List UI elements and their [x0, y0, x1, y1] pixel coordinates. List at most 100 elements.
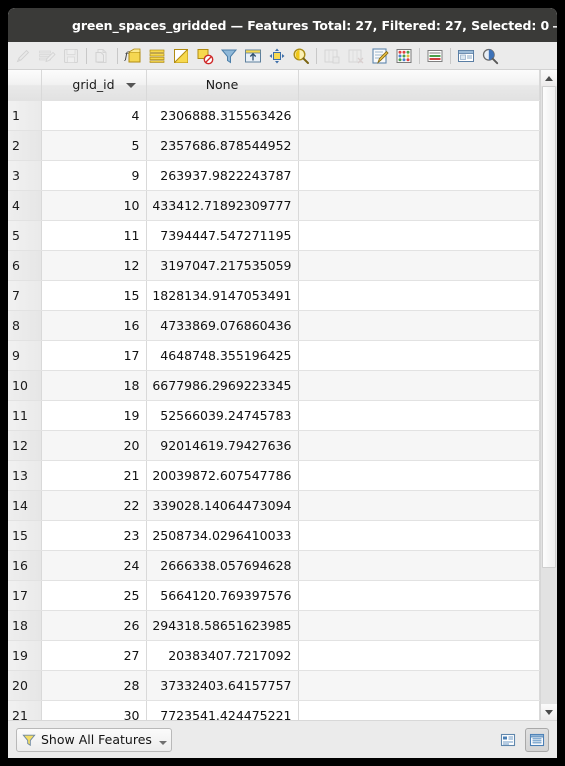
row-number-cell[interactable]: 19: [8, 640, 42, 671]
minimize-button[interactable]: [549, 17, 557, 33]
table-row[interactable]: 12 20 92014619.79427636: [8, 430, 540, 461]
header-none[interactable]: None: [146, 70, 299, 101]
invert-selection-icon[interactable]: [169, 44, 193, 68]
cell-grid-id[interactable]: 20: [41, 430, 147, 461]
chevron-down-icon[interactable]: [125, 82, 136, 88]
cell-grid-id[interactable]: 9: [41, 160, 147, 191]
title-bar[interactable]: green_spaces_gridded — Features Total: 2…: [8, 8, 557, 42]
row-number-cell[interactable]: 11: [8, 400, 42, 431]
move-selection-to-top-icon[interactable]: [241, 44, 265, 68]
select-by-expression-icon[interactable]: ƒ: [121, 44, 145, 68]
scroll-down-button[interactable]: [541, 704, 557, 720]
cell-none[interactable]: 2508734.0296410033: [146, 520, 299, 551]
table-row[interactable]: 7 15 1828134.9147053491: [8, 280, 540, 311]
table-row[interactable]: 19 27 20383407.7217092: [8, 640, 540, 671]
filter-selection-icon[interactable]: [217, 44, 241, 68]
cell-none[interactable]: 2666338.057694628: [146, 550, 299, 581]
table-row[interactable]: 17 25 5664120.769397576: [8, 580, 540, 611]
open-field-calculator-icon[interactable]: [368, 44, 392, 68]
table-row[interactable]: 11 19 52566039.24745783: [8, 400, 540, 431]
row-number-cell[interactable]: 17: [8, 580, 42, 611]
cell-grid-id[interactable]: 10: [41, 190, 147, 221]
cell-none[interactable]: 52566039.24745783: [146, 400, 299, 431]
scrollbar-track[interactable]: [541, 86, 557, 704]
row-number-cell[interactable]: 13: [8, 460, 42, 491]
reload-table-icon[interactable]: [90, 44, 114, 68]
save-edits-icon[interactable]: [59, 44, 83, 68]
cell-grid-id[interactable]: 25: [41, 580, 147, 611]
row-number-cell[interactable]: 16: [8, 550, 42, 581]
delete-field-icon[interactable]: [344, 44, 368, 68]
row-number-cell[interactable]: 20: [8, 670, 42, 701]
row-number-cell[interactable]: 10: [8, 370, 42, 401]
header-grid-id[interactable]: grid_id: [41, 70, 147, 101]
row-number-cell[interactable]: 1: [8, 100, 42, 131]
table-row[interactable]: 8 16 4733869.076860436: [8, 310, 540, 341]
conditional-formatting-icon[interactable]: [392, 44, 416, 68]
cell-grid-id[interactable]: 16: [41, 310, 147, 341]
cell-none[interactable]: 4648748.355196425: [146, 340, 299, 371]
cell-none[interactable]: 4733869.076860436: [146, 310, 299, 341]
cell-grid-id[interactable]: 23: [41, 520, 147, 551]
cell-none[interactable]: 339028.14064473094: [146, 490, 299, 521]
table-row[interactable]: 10 18 6677986.2969223345: [8, 370, 540, 401]
organize-columns-icon[interactable]: [423, 44, 447, 68]
row-number-cell[interactable]: 2: [8, 130, 42, 161]
cell-grid-id[interactable]: 5: [41, 130, 147, 161]
form-view-search-icon[interactable]: [478, 44, 502, 68]
row-number-cell[interactable]: 3: [8, 160, 42, 191]
row-number-cell[interactable]: 5: [8, 220, 42, 251]
pan-to-selection-icon[interactable]: [265, 44, 289, 68]
cell-grid-id[interactable]: 24: [41, 550, 147, 581]
row-number-cell[interactable]: 4: [8, 190, 42, 221]
table-row[interactable]: 20 28 37332403.64157757: [8, 670, 540, 701]
cell-grid-id[interactable]: 17: [41, 340, 147, 371]
cell-grid-id[interactable]: 28: [41, 670, 147, 701]
table-row[interactable]: 16 24 2666338.057694628: [8, 550, 540, 581]
toggle-editing-icon[interactable]: [11, 44, 35, 68]
cell-none[interactable]: 294318.58651623985: [146, 610, 299, 641]
cell-grid-id[interactable]: 19: [41, 400, 147, 431]
table-row[interactable]: 3 9 263937.9822243787: [8, 160, 540, 191]
table-row[interactable]: 9 17 4648748.355196425: [8, 340, 540, 371]
form-view-button[interactable]: [496, 728, 520, 752]
cell-grid-id[interactable]: 26: [41, 610, 147, 641]
row-number-cell[interactable]: 12: [8, 430, 42, 461]
new-field-icon[interactable]: [320, 44, 344, 68]
multi-edit-icon[interactable]: [35, 44, 59, 68]
table-row[interactable]: 13 21 20039872.607547786: [8, 460, 540, 491]
zoom-to-selection-icon[interactable]: [289, 44, 313, 68]
table-row[interactable]: 2 5 2357686.878544952: [8, 130, 540, 161]
cell-none[interactable]: 5664120.769397576: [146, 580, 299, 611]
cell-none[interactable]: 7394447.547271195: [146, 220, 299, 251]
chevron-down-icon[interactable]: [158, 741, 167, 745]
cell-grid-id[interactable]: 4: [41, 100, 147, 131]
cell-none[interactable]: 433412.71892309777: [146, 190, 299, 221]
cell-none[interactable]: 6677986.2969223345: [146, 370, 299, 401]
row-number-cell[interactable]: 8: [8, 310, 42, 341]
select-all-icon[interactable]: [145, 44, 169, 68]
cell-none[interactable]: 2306888.315563426: [146, 100, 299, 131]
actions-icon[interactable]: [454, 44, 478, 68]
attribute-grid[interactable]: grid_id None 1 4 2306888.315563426 2 5 235768…: [8, 70, 540, 720]
table-row[interactable]: 21 30 7723541.424475221: [8, 700, 540, 720]
vertical-scrollbar[interactable]: [540, 70, 557, 720]
cell-none[interactable]: 7723541.424475221: [146, 700, 299, 720]
table-row[interactable]: 15 23 2508734.0296410033: [8, 520, 540, 551]
cell-none[interactable]: 20039872.607547786: [146, 460, 299, 491]
row-number-cell[interactable]: 7: [8, 280, 42, 311]
row-number-cell[interactable]: 6: [8, 250, 42, 281]
cell-grid-id[interactable]: 18: [41, 370, 147, 401]
row-number-cell[interactable]: 18: [8, 610, 42, 641]
table-row[interactable]: 4 10 433412.71892309777: [8, 190, 540, 221]
cell-grid-id[interactable]: 15: [41, 280, 147, 311]
row-number-cell[interactable]: 15: [8, 520, 42, 551]
cell-grid-id[interactable]: 30: [41, 700, 147, 720]
table-row[interactable]: 5 11 7394447.547271195: [8, 220, 540, 251]
cell-none[interactable]: 37332403.64157757: [146, 670, 299, 701]
cell-none[interactable]: 92014619.79427636: [146, 430, 299, 461]
cell-none[interactable]: 20383407.7217092: [146, 640, 299, 671]
scroll-up-button[interactable]: [541, 70, 557, 86]
row-number-cell[interactable]: 21: [8, 700, 42, 720]
table-row[interactable]: 14 22 339028.14064473094: [8, 490, 540, 521]
